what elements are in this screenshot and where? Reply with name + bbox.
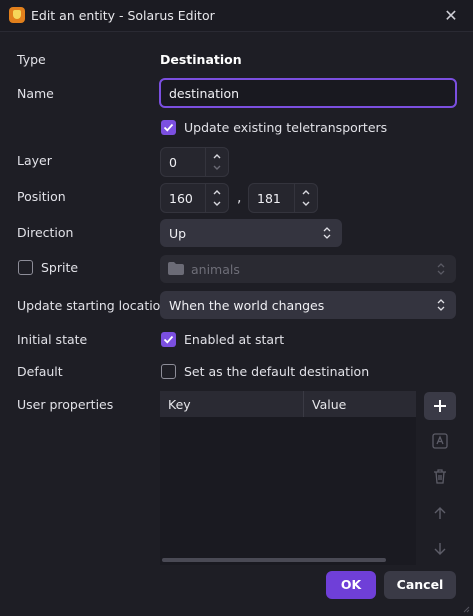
sprite-checkbox[interactable]: [18, 260, 33, 275]
user-properties-table[interactable]: Key Value: [160, 391, 416, 565]
checkmark-icon: [163, 335, 174, 344]
updown-chevron-icon: [437, 263, 445, 275]
sprite-select[interactable]: animals: [160, 255, 456, 283]
position-y-value: 181: [257, 191, 281, 206]
update-teletransporters-checkbox[interactable]: [161, 120, 176, 135]
delete-property-button[interactable]: [424, 462, 456, 490]
name-label: Name: [17, 86, 54, 101]
update-teletransporters-label: Update existing teletransporters: [184, 120, 388, 135]
default-label: Default: [17, 364, 63, 379]
rename-property-button[interactable]: [424, 427, 456, 455]
update-start-select[interactable]: When the world changes: [160, 291, 456, 319]
chevron-down-icon[interactable]: [300, 198, 312, 210]
trash-icon: [434, 469, 446, 484]
name-input[interactable]: destination: [159, 78, 457, 108]
horizontal-scrollbar[interactable]: [162, 558, 386, 562]
move-up-button[interactable]: [424, 499, 456, 527]
chevron-down-icon[interactable]: [211, 162, 223, 174]
arrow-down-icon: [434, 543, 446, 555]
title-bar: Edit an entity - Solarus Editor ✕: [0, 0, 473, 32]
direction-value: Up: [169, 226, 187, 241]
window-title: Edit an entity - Solarus Editor: [31, 8, 215, 23]
position-x-spin-arrows[interactable]: [205, 184, 228, 212]
position-y-spin-arrows[interactable]: [294, 184, 317, 212]
rename-icon: [432, 433, 448, 449]
arrow-up-icon: [434, 507, 446, 519]
layer-value: 0: [169, 155, 177, 170]
sprite-label: Sprite: [41, 260, 79, 275]
user-properties-label: User properties: [17, 397, 114, 412]
enabled-at-start-label: Enabled at start: [184, 332, 285, 347]
move-down-button[interactable]: [424, 535, 456, 563]
update-start-label: Update starting location: [17, 298, 169, 313]
chevron-up-icon[interactable]: [211, 150, 223, 162]
update-start-value: When the world changes: [169, 298, 325, 313]
layer-spin-arrows[interactable]: [205, 148, 228, 176]
default-destination-checkbox[interactable]: [161, 364, 176, 379]
ok-button[interactable]: OK: [326, 571, 376, 599]
solarus-app-icon: [9, 7, 25, 23]
position-y-spinbox[interactable]: 181: [248, 183, 318, 213]
cancel-button[interactable]: Cancel: [384, 571, 456, 599]
chevron-up-icon[interactable]: [300, 186, 312, 198]
add-icon: [434, 400, 446, 412]
type-label: Type: [17, 52, 46, 67]
sprite-value: animals: [191, 262, 240, 277]
chevron-down-icon[interactable]: [211, 198, 223, 210]
default-destination-label: Set as the default destination: [184, 364, 370, 379]
enabled-at-start-checkbox[interactable]: [161, 332, 176, 347]
layer-label: Layer: [17, 153, 52, 168]
position-x-value: 160: [169, 191, 193, 206]
updown-chevron-icon: [323, 227, 331, 239]
position-x-spinbox[interactable]: 160: [160, 183, 229, 213]
column-header-key[interactable]: Key: [160, 391, 304, 417]
folder-icon: [168, 262, 184, 275]
direction-select[interactable]: Up: [160, 219, 342, 247]
initial-state-label: Initial state: [17, 332, 88, 347]
column-header-value[interactable]: Value: [304, 391, 416, 417]
layer-spinbox[interactable]: 0: [160, 147, 229, 177]
position-label: Position: [17, 189, 66, 204]
type-value: Destination: [160, 52, 242, 67]
position-separator: ,: [237, 190, 242, 206]
close-icon[interactable]: ✕: [439, 5, 463, 27]
updown-chevron-icon: [437, 299, 445, 311]
resize-grip-icon[interactable]: [462, 605, 470, 613]
chevron-up-icon[interactable]: [211, 186, 223, 198]
add-property-button[interactable]: [424, 392, 456, 420]
direction-label: Direction: [17, 225, 74, 240]
checkmark-icon: [163, 123, 174, 132]
